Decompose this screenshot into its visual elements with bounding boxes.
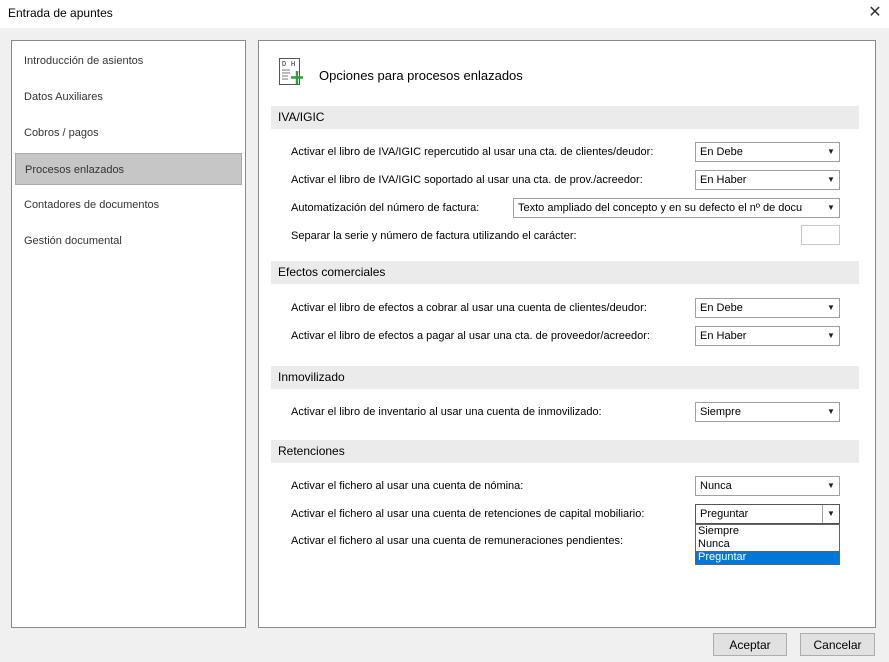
close-icon[interactable]: ✕: [864, 2, 886, 24]
chevron-down-icon[interactable]: ▼: [823, 477, 839, 495]
dropdown-option-preguntar[interactable]: Preguntar: [696, 551, 839, 564]
dropdown-option-nunca[interactable]: Nunca: [696, 538, 839, 551]
efectos-cobrar-label: Activar el libro de efectos a cobrar al …: [291, 302, 647, 314]
efectos-pagar-value: En Haber: [700, 330, 747, 342]
numero-factura-label: Automatización del número de factura:: [291, 202, 480, 214]
chevron-down-icon[interactable]: ▼: [822, 505, 839, 523]
capital-mobiliario-select[interactable]: Preguntar ▼: [695, 504, 840, 524]
chevron-down-icon[interactable]: ▼: [823, 299, 839, 317]
nomina-select[interactable]: Nunca ▼: [695, 476, 840, 496]
nav-item-gestion-documental[interactable]: Gestión documental: [15, 225, 242, 257]
capital-mobiliario-dropdown-list: Siempre Nunca Preguntar: [695, 524, 840, 565]
nav-item-datos-auxiliares[interactable]: Datos Auxiliares: [15, 81, 242, 113]
efectos-cobrar-value: En Debe: [700, 302, 743, 314]
separador-label: Separar la serie y número de factura uti…: [291, 230, 577, 242]
accept-button[interactable]: Aceptar: [713, 633, 787, 656]
inventario-value: Siempre: [700, 406, 741, 418]
capital-mobiliario-value: Preguntar: [700, 508, 749, 520]
chevron-down-icon[interactable]: ▼: [823, 143, 839, 161]
chevron-down-icon[interactable]: ▼: [823, 327, 839, 345]
iva-repercutido-value: En Debe: [700, 146, 743, 158]
section-iva-header: IVA/IGIC: [271, 106, 859, 129]
nav-item-cobros-pagos[interactable]: Cobros / pagos: [15, 117, 242, 149]
chevron-down-icon[interactable]: ▼: [823, 403, 839, 421]
efectos-pagar-select[interactable]: En Haber ▼: [695, 326, 840, 346]
inventario-label: Activar el libro de inventario al usar u…: [291, 406, 602, 418]
nomina-value: Nunca: [700, 480, 732, 492]
iva-repercutido-select[interactable]: En Debe ▼: [695, 142, 840, 162]
inventario-select[interactable]: Siempre ▼: [695, 402, 840, 422]
iva-soportado-value: En Haber: [700, 174, 747, 186]
numero-factura-select[interactable]: Texto ampliado del concepto y en su defe…: [513, 198, 840, 218]
iva-repercutido-label: Activar el libro de IVA/IGIC repercutido…: [291, 146, 654, 158]
nav-item-contadores[interactable]: Contadores de documentos: [15, 189, 242, 221]
capital-mobiliario-label: Activar el fichero al usar una cuenta de…: [291, 508, 645, 520]
numero-factura-value: Texto ampliado del concepto y en su defe…: [518, 202, 803, 214]
remuneraciones-label: Activar el fichero al usar una cuenta de…: [291, 535, 624, 547]
options-nav: Introducción de asientos Datos Auxiliare…: [11, 40, 246, 628]
nav-item-introduccion[interactable]: Introducción de asientos: [15, 45, 242, 77]
panel-title: Opciones para procesos enlazados: [319, 68, 523, 83]
window-title: Entrada de apuntes: [8, 6, 113, 20]
options-document-icon: D H: [279, 58, 303, 85]
section-inmovilizado-header: Inmovilizado: [271, 366, 859, 389]
dropdown-option-siempre[interactable]: Siempre: [696, 525, 839, 538]
icon-letter-d: D: [282, 60, 286, 68]
iva-soportado-select[interactable]: En Haber ▼: [695, 170, 840, 190]
section-retenciones-header: Retenciones: [271, 440, 859, 463]
title-bar: Entrada de apuntes ✕: [0, 0, 889, 28]
nav-item-procesos-enlazados[interactable]: Procesos enlazados: [15, 153, 242, 185]
efectos-pagar-label: Activar el libro de efectos a pagar al u…: [291, 330, 650, 342]
icon-letter-h: H: [291, 60, 295, 68]
cancel-button[interactable]: Cancelar: [800, 633, 875, 656]
nomina-label: Activar el fichero al usar una cuenta de…: [291, 480, 524, 492]
separador-input[interactable]: [801, 225, 840, 245]
iva-soportado-label: Activar el libro de IVA/IGIC soportado a…: [291, 174, 643, 186]
chevron-down-icon[interactable]: ▼: [823, 171, 839, 189]
efectos-cobrar-select[interactable]: En Debe ▼: [695, 298, 840, 318]
chevron-down-icon[interactable]: ▼: [823, 199, 839, 217]
section-efectos-header: Efectos comerciales: [271, 261, 859, 284]
